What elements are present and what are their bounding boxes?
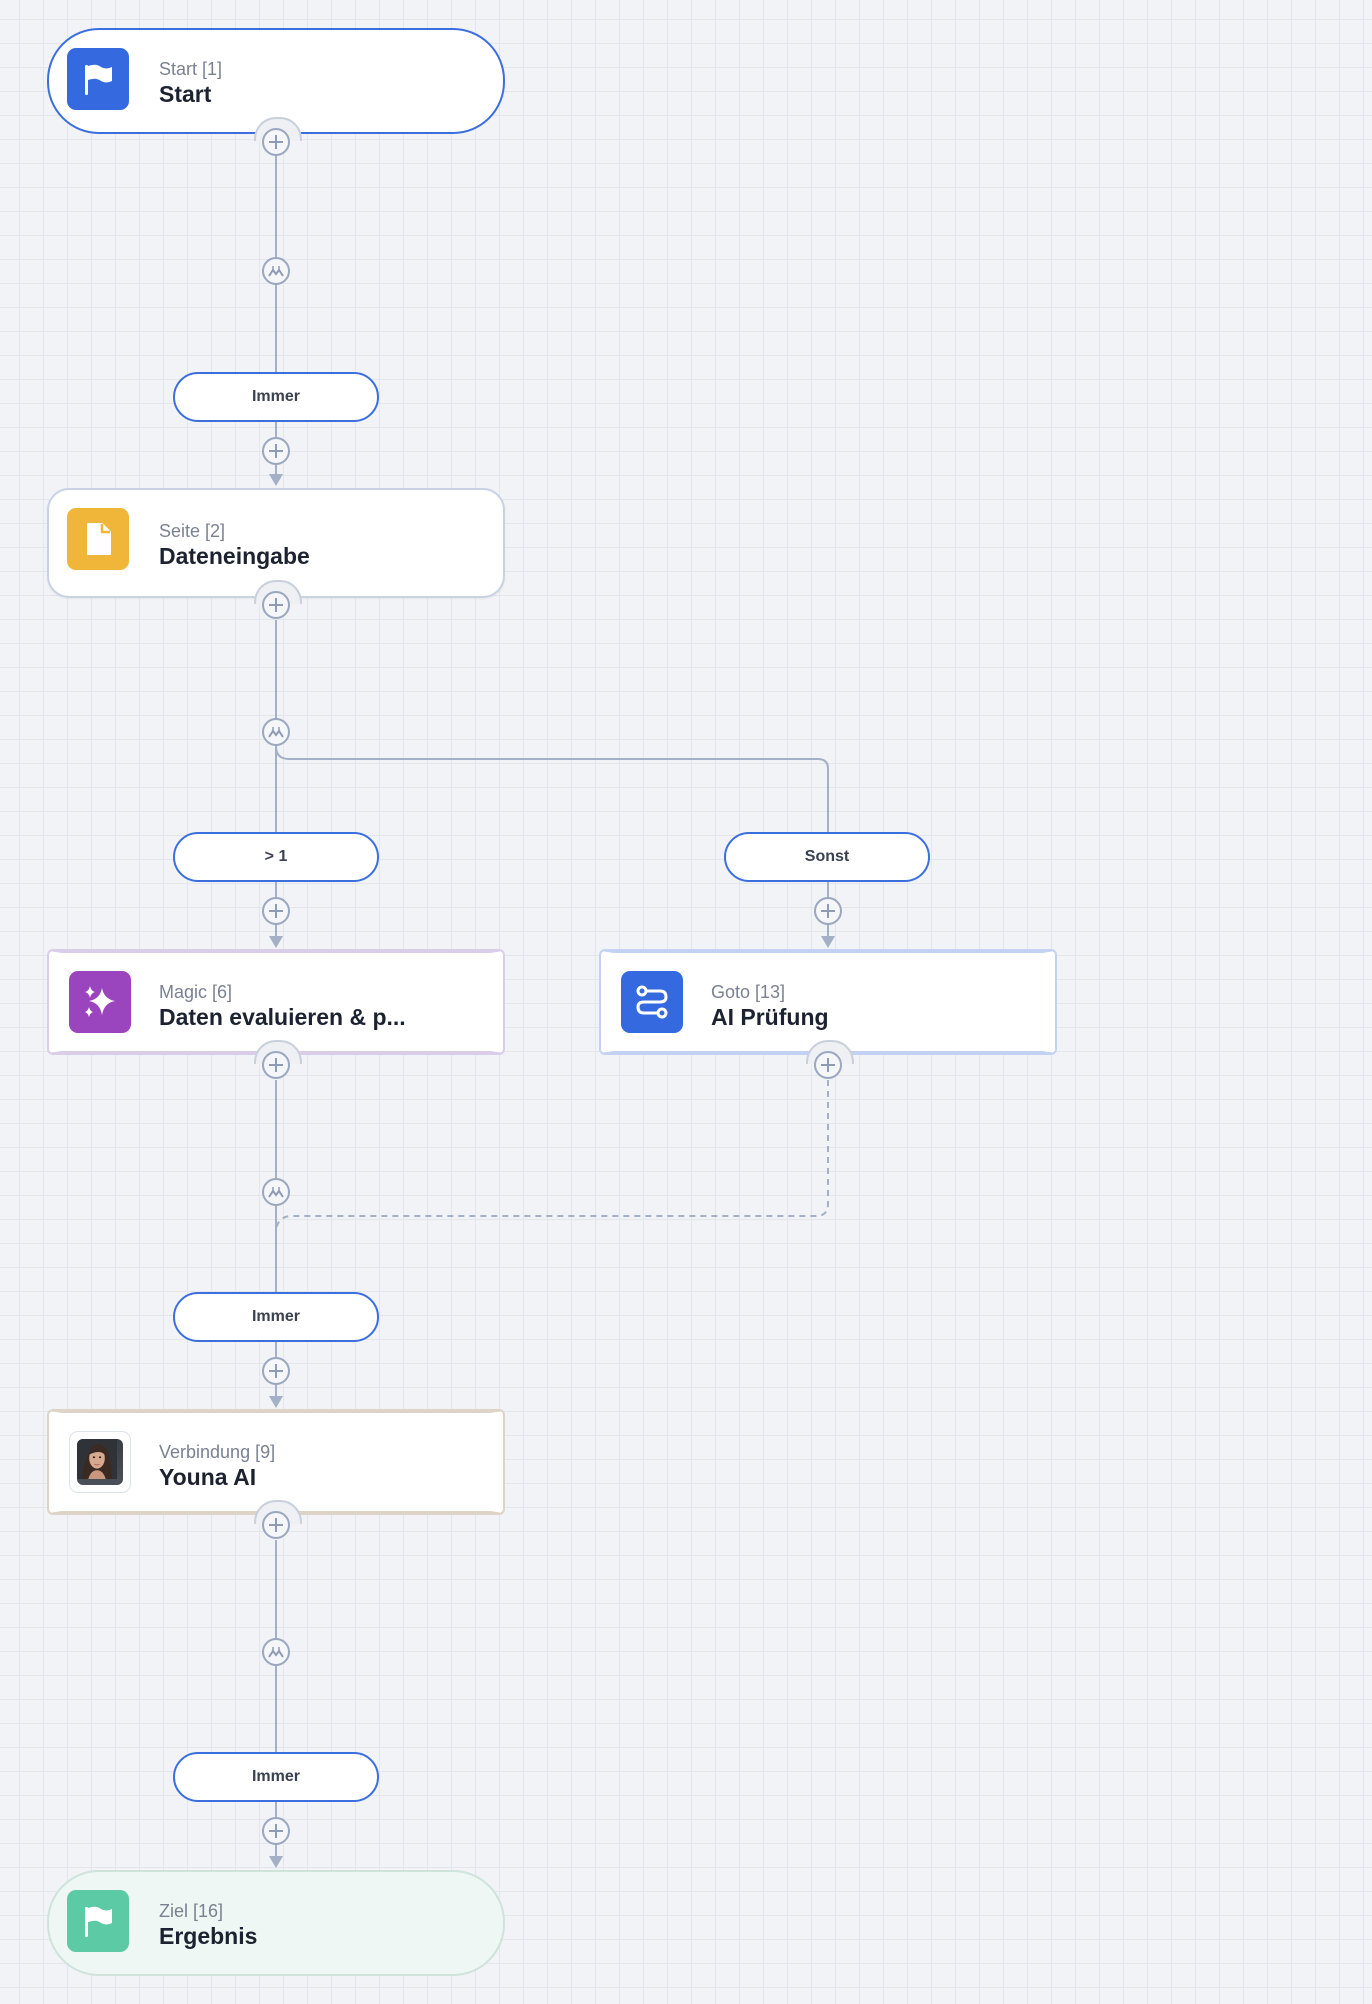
goto-node-icon-tile [621, 971, 683, 1033]
node-title: Youna AI [159, 1464, 257, 1490]
condition-badge[interactable]: Immer [173, 1292, 379, 1342]
start-node-icon-tile [67, 48, 129, 110]
add-step-button[interactable] [262, 128, 290, 156]
arrow-head [269, 474, 283, 486]
branch-icon [268, 1187, 284, 1198]
magic-node[interactable]: Magic [6] Daten evaluieren & p... [49, 951, 503, 1053]
arrow-head [269, 936, 283, 948]
goal-node[interactable]: Ziel [16] Ergebnis [47, 1870, 505, 1976]
add-step-button[interactable] [262, 1051, 290, 1079]
node-title: Dateneingabe [159, 543, 310, 569]
goal-node-icon-tile [67, 1890, 129, 1952]
add-step-button[interactable] [262, 591, 290, 619]
node-title: Daten evaluieren & p... [159, 1004, 406, 1030]
node-title: Start [159, 81, 212, 107]
add-step-button[interactable] [262, 897, 290, 925]
branch-button[interactable] [262, 257, 290, 285]
arrow-head [821, 936, 835, 948]
add-step-button[interactable] [814, 1051, 842, 1079]
add-step-button[interactable] [262, 1511, 290, 1539]
condition-badge[interactable]: Sonst [724, 832, 930, 882]
arrow-head [269, 1856, 283, 1868]
node-title: Ergebnis [159, 1923, 258, 1949]
node-title: AI Prüfung [711, 1004, 829, 1030]
condition-badge[interactable]: > 1 [173, 832, 379, 882]
flag-icon [85, 1906, 112, 1937]
avatar-icon [77, 1439, 123, 1485]
add-step-button[interactable] [262, 1817, 290, 1845]
flag-icon [85, 64, 112, 95]
sparkles-icon [85, 986, 115, 1017]
connector-goto-to-connection [275, 1080, 829, 1231]
flow-canvas[interactable]: Start [1] Start Immer Seite [2] Datenein… [0, 0, 1372, 2004]
branch-button[interactable] [262, 1638, 290, 1666]
node-type-label: Magic [6] [159, 982, 233, 1002]
add-step-button[interactable] [262, 437, 290, 465]
arrow-head [269, 1396, 283, 1408]
branch-button[interactable] [262, 1178, 290, 1206]
add-step-button[interactable] [262, 1357, 290, 1385]
document-icon [87, 523, 111, 555]
condition-badge[interactable]: Immer [173, 372, 379, 422]
add-step-button[interactable] [814, 897, 842, 925]
node-type-label: Ziel [16] [159, 1901, 224, 1921]
branch-icon [268, 266, 284, 277]
branch-icon [268, 1647, 284, 1658]
node-type-label: Seite [2] [159, 521, 226, 541]
node-type-label: Verbindung [9] [159, 1442, 276, 1462]
node-type-label: Goto [13] [711, 982, 786, 1002]
branch-button[interactable] [262, 718, 290, 746]
condition-badge[interactable]: Immer [173, 1752, 379, 1802]
magic-node-icon-tile [69, 971, 131, 1033]
node-type-label: Start [1] [159, 59, 223, 79]
goto-node[interactable]: Goto [13] AI Prüfung [601, 951, 1055, 1053]
branch-icon [268, 727, 284, 738]
connection-node[interactable]: Verbindung [9] Youna AI [49, 1411, 503, 1513]
connection-node-icon-tile [69, 1431, 131, 1493]
page-node-icon-tile [67, 508, 129, 570]
route-icon [636, 985, 668, 1019]
